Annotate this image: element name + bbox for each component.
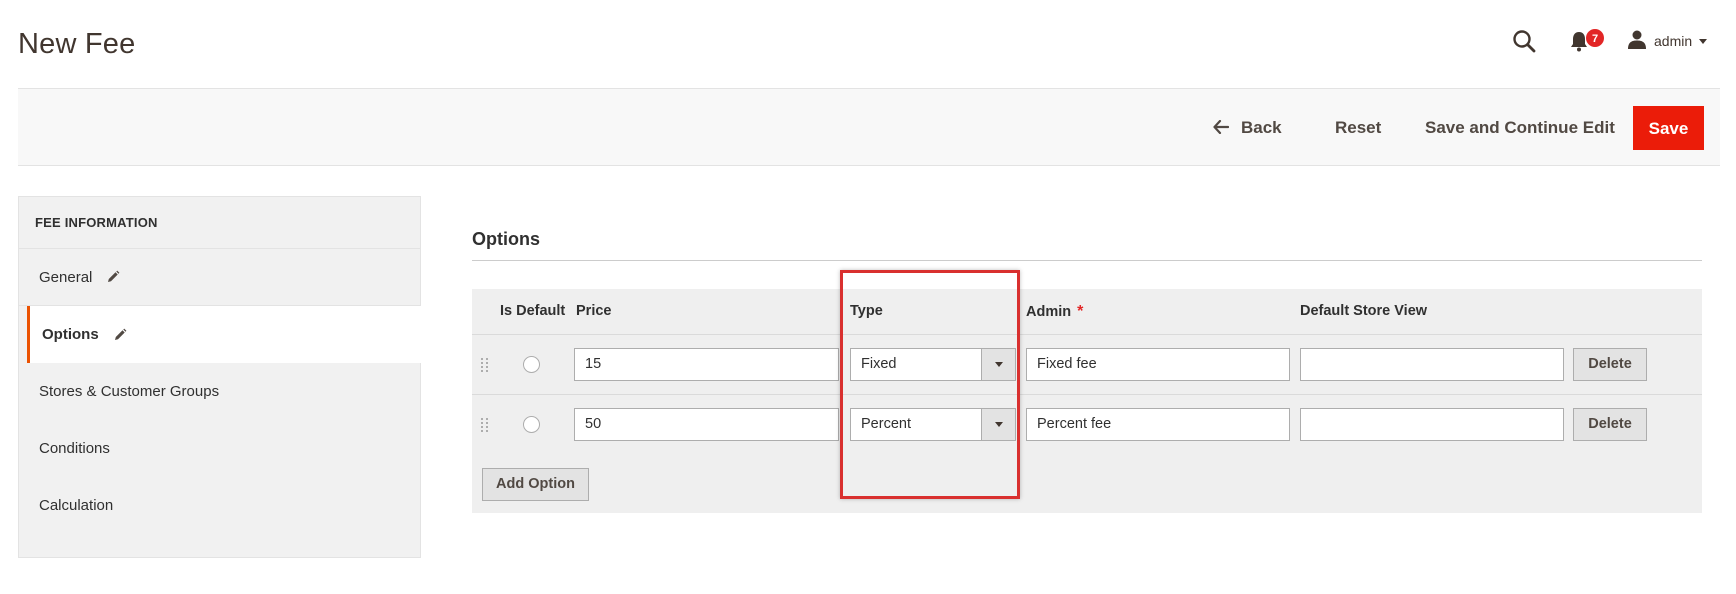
row-separator (472, 394, 1702, 395)
type-select[interactable]: Percent (850, 408, 1016, 441)
sidebar-item-conditions[interactable]: Conditions (19, 420, 420, 477)
pencil-icon (106, 270, 120, 284)
admin-label-input[interactable]: Fixed fee (1026, 348, 1290, 381)
page-title: New Fee (18, 28, 136, 60)
column-header-price: Price (576, 303, 612, 319)
user-account-menu[interactable]: admin (1627, 28, 1708, 54)
save-button[interactable]: Save (1633, 106, 1704, 150)
fee-information-sidebar: FEE INFORMATION General Options Stores &… (18, 196, 423, 558)
user-name: admin (1654, 33, 1693, 49)
user-icon (1627, 29, 1647, 54)
price-input[interactable]: 15 (574, 348, 839, 381)
admin-column-label: Admin (1026, 304, 1072, 320)
save-and-continue-button[interactable]: Save and Continue Edit (1415, 106, 1625, 150)
type-select-value: Percent (861, 416, 911, 432)
chevron-down-icon (1699, 38, 1708, 44)
reset-button[interactable]: Reset (1325, 106, 1391, 150)
sidebar-item-label: General (39, 268, 93, 286)
chevron-down-icon (981, 409, 1015, 440)
row-separator (472, 334, 1702, 335)
required-marker: * (1077, 303, 1084, 320)
column-header-default-store-view: Default Store View (1300, 303, 1428, 319)
drag-handle-icon[interactable] (480, 357, 490, 373)
sidebar-item-general[interactable]: General (19, 249, 420, 306)
column-header-type: Type (850, 303, 883, 319)
is-default-radio[interactable] (523, 416, 540, 433)
pencil-icon (113, 328, 127, 342)
chevron-down-icon (981, 349, 1015, 380)
notifications-count-badge[interactable]: 7 (1585, 28, 1605, 48)
sidebar-item-label: Conditions (39, 440, 110, 457)
section-title: Options (472, 229, 540, 249)
page-actions-bar: Back Reset Save and Continue Edit Save (18, 89, 1720, 166)
column-header-is-default: Is Default (500, 303, 566, 319)
is-default-radio[interactable] (523, 356, 540, 373)
sidebar-title: FEE INFORMATION (19, 197, 420, 249)
delete-option-button[interactable]: Delete (1573, 408, 1647, 441)
add-option-button[interactable]: Add Option (482, 468, 589, 501)
back-label: Back (1241, 118, 1282, 137)
sidebar-item-label: Calculation (39, 497, 114, 514)
type-select-value: Fixed (861, 356, 897, 372)
type-select[interactable]: Fixed (850, 348, 1016, 381)
back-button[interactable]: Back (1203, 106, 1292, 150)
default-store-view-input[interactable] (1300, 348, 1564, 381)
sidebar-item-options[interactable]: Options (27, 306, 423, 363)
options-table: Is Default Price Type Admin * Default Sto… (472, 289, 1702, 513)
section-divider (472, 260, 1702, 261)
delete-option-button[interactable]: Delete (1573, 348, 1647, 381)
price-input[interactable]: 50 (574, 408, 839, 441)
default-store-view-input[interactable] (1300, 408, 1564, 441)
column-header-admin: Admin * (1026, 303, 1083, 321)
sidebar-item-stores-customer-groups[interactable]: Stores & Customer Groups (19, 363, 420, 420)
sidebar-item-calculation[interactable]: Calculation (19, 477, 420, 534)
drag-handle-icon[interactable] (480, 417, 490, 433)
arrow-left-icon (1213, 106, 1230, 150)
search-icon[interactable] (1512, 29, 1542, 59)
sidebar-item-label: Options (42, 326, 99, 343)
sidebar-item-label: Stores & Customer Groups (39, 383, 220, 400)
admin-label-input[interactable]: Percent fee (1026, 408, 1290, 441)
